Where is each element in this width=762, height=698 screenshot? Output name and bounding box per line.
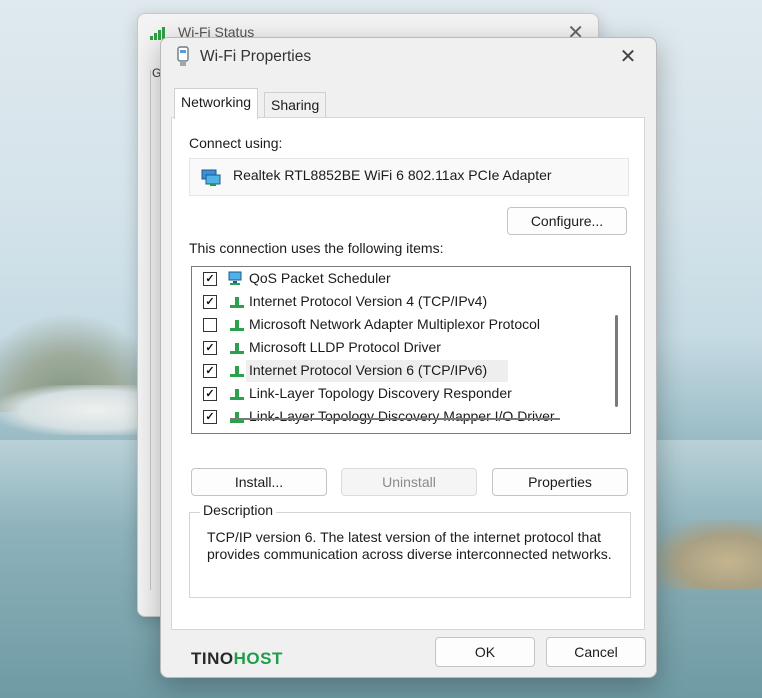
tab-networking[interactable]: Networking [174,88,259,119]
watermark-part1: TINO [191,649,234,668]
close-button[interactable]: ✕ [614,44,642,70]
adapter-name: Realtek RTL8852BE WiFi 6 802.11ax PCIe A… [233,167,552,183]
uninstall-button[interactable]: Uninstall [341,468,477,496]
checkbox-multiplexor[interactable] [203,318,217,332]
ok-button[interactable]: OK [435,637,535,667]
item-label-multiplexor: Microsoft Network Adapter Multiplexor Pr… [249,316,540,332]
item-label-ipv6: Internet Protocol Version 6 (TCP/IPv6) [249,362,488,378]
tab-sharing[interactable]: Sharing [264,92,327,118]
list-item-multiplexor[interactable]: Microsoft Network Adapter Multiplexor Pr… [192,314,602,336]
list-item-ipv4[interactable]: ✓ Internet Protocol Version 4 (TCP/IPv4) [192,291,602,313]
list-item-lltd-responder[interactable]: ✓ Link-Layer Topology Discovery Responde… [192,383,602,405]
checkbox-qos[interactable]: ✓ [203,272,217,286]
items-label: This connection uses the following items… [189,240,444,256]
wifi-properties-dialog: Wi-Fi Properties ✕ Networking Sharing Co… [160,37,657,678]
configure-button[interactable]: Configure... [507,207,627,235]
item-label-lltd-responder: Link-Layer Topology Discovery Responder [249,385,512,401]
item-label-qos: QoS Packet Scheduler [249,270,391,286]
wallpaper-grass [650,520,762,590]
checkbox-ipv6[interactable]: ✓ [203,364,217,378]
protocol-icon [230,320,244,331]
tinohost-watermark: TINOHOST [191,649,283,669]
protocol-icon [230,412,244,423]
properties-button[interactable]: Properties [492,468,628,496]
install-button[interactable]: Install... [191,468,327,496]
networking-panel: Connect using: Realtek RTL8852BE WiFi 6 … [171,117,645,630]
protocol-icon [230,366,244,377]
cancel-button[interactable]: Cancel [546,637,646,667]
protocol-icon [230,343,244,354]
checkbox-ipv4[interactable]: ✓ [203,295,217,309]
list-item-ipv6-selected[interactable]: ✓ Internet Protocol Version 6 (TCP/IPv6) [192,360,602,382]
description-legend: Description [200,502,277,518]
description-group: Description TCP/IP version 6. The latest… [189,502,631,598]
vertical-scrollbar[interactable] [615,315,618,407]
checkbox-lltd-mapper[interactable]: ✓ [203,410,217,424]
item-label-ipv4: Internet Protocol Version 4 (TCP/IPv4) [249,293,488,309]
adapter-field: Realtek RTL8852BE WiFi 6 802.11ax PCIe A… [189,158,629,196]
description-text: TCP/IP version 6. The latest version of … [207,529,612,562]
list-item-qos[interactable]: ✓ QoS Packet Scheduler [192,268,602,290]
watermark-part2: HOST [233,649,283,668]
checkbox-lldp[interactable]: ✓ [203,341,217,355]
qos-scheduler-icon [228,271,242,285]
horizontal-scrollbar[interactable] [230,418,560,420]
list-item-lldp[interactable]: ✓ Microsoft LLDP Protocol Driver [192,337,602,359]
wallpaper-shore [0,385,160,435]
list-item-lltd-mapper[interactable]: ✓ Link-Layer Topology Discovery Mapper I… [192,406,602,428]
network-adapter-title-icon [177,46,189,66]
protocol-icon [230,389,244,400]
protocol-icon [230,297,244,308]
network-adapter-icon [201,169,221,186]
checkbox-lltd-responder[interactable]: ✓ [203,387,217,401]
item-label-lldp: Microsoft LLDP Protocol Driver [249,339,441,355]
components-list[interactable]: ✓ QoS Packet Scheduler ✓ Internet Protoc… [191,266,631,434]
connect-using-label: Connect using: [189,135,283,151]
dialog-title: Wi-Fi Properties [200,48,312,65]
item-label-lltd-mapper: Link-Layer Topology Discovery Mapper I/O… [249,408,555,424]
